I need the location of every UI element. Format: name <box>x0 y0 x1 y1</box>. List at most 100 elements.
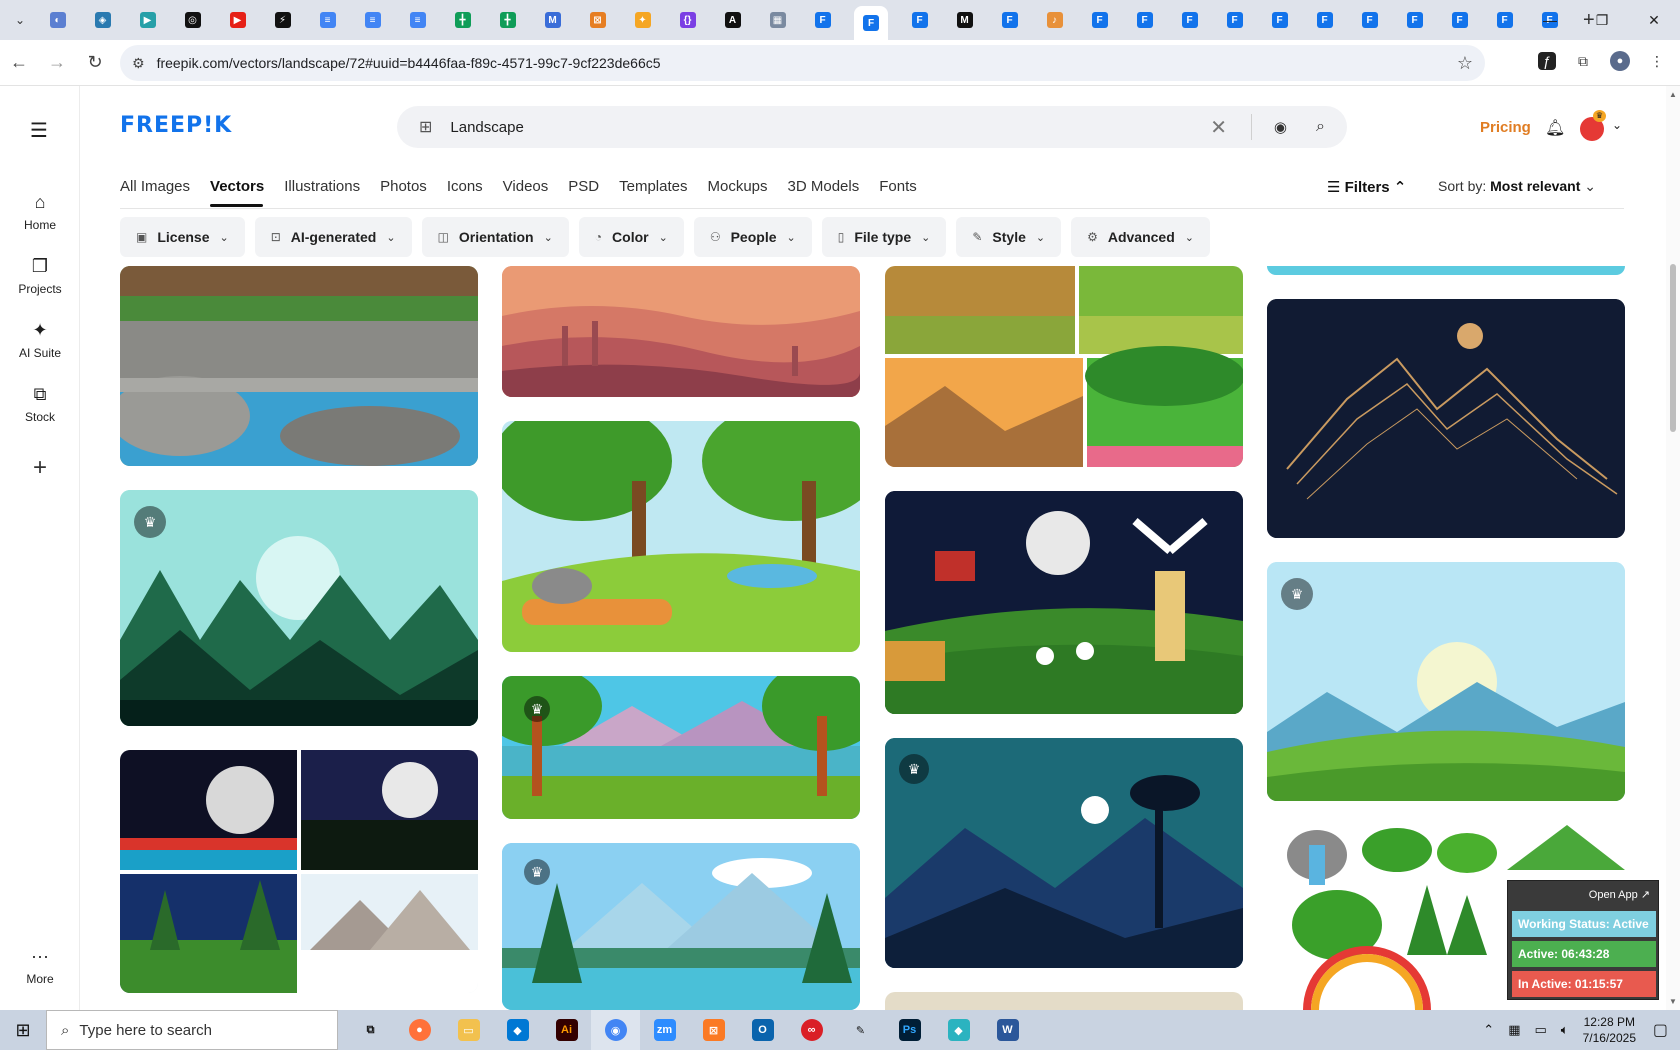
url-text[interactable]: freepik.com/vectors/landscape/72#uuid=b4… <box>157 55 661 71</box>
filter-chip-style[interactable]: ✎ Style ⌄ <box>956 217 1062 257</box>
creative-cloud-icon[interactable]: ∞ <box>787 1010 836 1050</box>
browser-tab[interactable]: ╋ <box>494 6 521 34</box>
landscape-thumbnail[interactable] <box>885 491 1243 714</box>
landscape-thumbnail[interactable] <box>1267 299 1625 538</box>
landscape-thumbnail[interactable]: ♛ <box>1267 562 1625 801</box>
sidebar-item-home[interactable]: ⌂ Home <box>0 192 80 232</box>
filter-chip-people[interactable]: ⚇ People ⌄ <box>693 217 812 257</box>
profile-avatar-icon[interactable]: ● <box>1610 51 1630 71</box>
sidebar-item-stock[interactable]: ⧉ Stock <box>0 384 80 424</box>
landscape-thumbnail[interactable] <box>120 266 478 466</box>
sidebar-item-ai-suite[interactable]: ✦ AI Suite <box>0 320 80 360</box>
notifications-icon[interactable]: ▢ <box>1653 1020 1668 1040</box>
browser-tab[interactable]: ◐ <box>44 6 71 34</box>
tab-vectors[interactable]: Vectors <box>210 178 264 195</box>
browser-tab[interactable]: ▶ <box>224 6 251 34</box>
wifi-icon[interactable]: ▭ <box>1535 1022 1547 1038</box>
photoshop-icon[interactable]: Ps <box>885 1010 934 1050</box>
reload-icon[interactable]: ↻ <box>76 52 114 73</box>
browser-tab[interactable]: ◎ <box>179 6 206 34</box>
browser-tab[interactable]: F <box>854 6 888 40</box>
browser-tab[interactable]: F <box>1356 6 1383 34</box>
close-window-icon[interactable]: ✕ <box>1628 12 1680 29</box>
tab-search-chevron-icon[interactable]: ⌄ <box>6 6 34 34</box>
tab-all-images[interactable]: All Images <box>120 178 190 195</box>
page-scrollbar[interactable]: ▲ ▼ <box>1666 86 1680 1010</box>
tab-mockups[interactable]: Mockups <box>707 178 767 195</box>
file-explorer-icon[interactable]: ▭ <box>444 1010 493 1050</box>
hamburger-menu-icon[interactable]: ☰ <box>30 118 48 143</box>
landscape-thumbnail[interactable] <box>885 266 1243 467</box>
pricing-link[interactable]: Pricing <box>1480 119 1531 136</box>
tab-3d-models[interactable]: 3D Models <box>788 178 860 195</box>
landscape-thumbnail[interactable] <box>502 266 860 397</box>
landscape-thumbnail[interactable]: ♛ <box>502 843 860 1010</box>
browser-tab[interactable]: ▦ <box>764 6 791 34</box>
scrollbar-thumb[interactable] <box>1670 264 1676 432</box>
word-icon[interactable]: W <box>983 1010 1032 1050</box>
windows-start-icon[interactable]: ⊞ <box>0 1020 46 1041</box>
browser-tab[interactable]: F <box>996 6 1023 34</box>
browser-tab[interactable]: ♪ <box>1041 6 1068 34</box>
tab-templates[interactable]: Templates <box>619 178 687 195</box>
browser-tab[interactable]: F <box>809 6 836 34</box>
chevron-down-icon[interactable]: ⌄ <box>1612 118 1622 132</box>
taskbar-clock[interactable]: 12:28 PM 7/16/2025 <box>1583 1014 1636 1046</box>
sort-dropdown[interactable]: Sort by: Most relevant ⌄ <box>1438 178 1596 195</box>
tab-psd[interactable]: PSD <box>568 178 599 195</box>
browser-tab[interactable]: F <box>1221 6 1248 34</box>
browser-tab[interactable]: F <box>906 6 933 34</box>
filter-chip-color[interactable]: ◔ Color ⌄ <box>578 217 684 257</box>
search-bar[interactable]: ⊞ Landscape ✕ ◉ ⌕ <box>397 106 1347 148</box>
app-diamond-icon[interactable]: ◆ <box>934 1010 983 1050</box>
sidebar-item-more[interactable]: ··· More <box>0 946 80 986</box>
sidebar-item-projects[interactable]: ❐ Projects <box>0 256 80 296</box>
browser-tab[interactable]: ≡ <box>314 6 341 34</box>
user-avatar[interactable]: ♛ <box>1580 110 1606 141</box>
xampp-icon[interactable]: ⊠ <box>689 1010 738 1050</box>
freepik-logo[interactable]: FREEP!K <box>120 113 232 138</box>
tab-icons[interactable]: Icons <box>447 178 483 195</box>
landscape-thumbnail[interactable]: ♛ <box>502 676 860 819</box>
browser-tab[interactable]: M <box>951 6 978 34</box>
browser-tab[interactable]: F <box>1311 6 1338 34</box>
browser-tab[interactable]: F <box>1446 6 1473 34</box>
browser-tab[interactable]: F <box>1401 6 1428 34</box>
tab-videos[interactable]: Videos <box>503 178 549 195</box>
browser-tab[interactable]: ≡ <box>404 6 431 34</box>
open-app-link[interactable]: Open App ↗ <box>1589 888 1650 901</box>
forward-arrow-icon[interactable]: → <box>38 52 76 73</box>
address-bar[interactable]: ⚙ freepik.com/vectors/landscape/72#uuid=… <box>120 45 1485 81</box>
camera-search-icon[interactable]: ◉ <box>1274 118 1287 136</box>
tab-photos[interactable]: Photos <box>380 178 427 195</box>
clear-search-icon[interactable]: ✕ <box>1210 115 1227 140</box>
browser-tab[interactable]: ╋ <box>449 6 476 34</box>
browser-tab[interactable]: {} <box>674 6 701 34</box>
browser-tab[interactable]: ⊠ <box>584 6 611 34</box>
browser-tab[interactable]: F <box>1176 6 1203 34</box>
zoom-icon[interactable]: zm <box>640 1010 689 1050</box>
landscape-thumbnail[interactable] <box>502 421 860 652</box>
bell-icon[interactable]: 🔔︎ <box>1545 118 1565 138</box>
search-input[interactable]: Landscape <box>450 119 523 136</box>
outlook-icon[interactable]: O <box>738 1010 787 1050</box>
browser-menu-icon[interactable]: ⋮ <box>1644 48 1670 74</box>
landscape-thumbnail[interactable] <box>885 992 1243 1010</box>
browser-tab[interactable]: F <box>1131 6 1158 34</box>
add-plus-icon[interactable]: + <box>22 451 58 487</box>
landscape-thumbnail[interactable] <box>120 750 478 993</box>
restore-icon[interactable]: ❐ <box>1576 12 1628 29</box>
landscape-thumbnail[interactable]: ♛ <box>120 490 478 726</box>
browser-tab[interactable]: ✦ <box>629 6 656 34</box>
extensions-puzzle-icon[interactable]: ⧉ <box>1570 48 1596 74</box>
taskbar-search[interactable]: ⌕ Type here to search <box>46 1010 338 1050</box>
task-view-icon[interactable]: ⧉ <box>346 1010 395 1050</box>
tab-fonts[interactable]: Fonts <box>879 178 917 195</box>
browser-tab[interactable]: F <box>1491 6 1518 34</box>
volume-icon[interactable]: 🔈︎ <box>1561 1022 1569 1038</box>
vscode-icon[interactable]: ◆ <box>493 1010 542 1050</box>
browser-tab[interactable]: F <box>1266 6 1293 34</box>
browser-tab[interactable]: ▶ <box>134 6 161 34</box>
filter-chip-file-type[interactable]: ▯ File type ⌄ <box>821 217 947 257</box>
browser-tab[interactable]: A <box>719 6 746 34</box>
